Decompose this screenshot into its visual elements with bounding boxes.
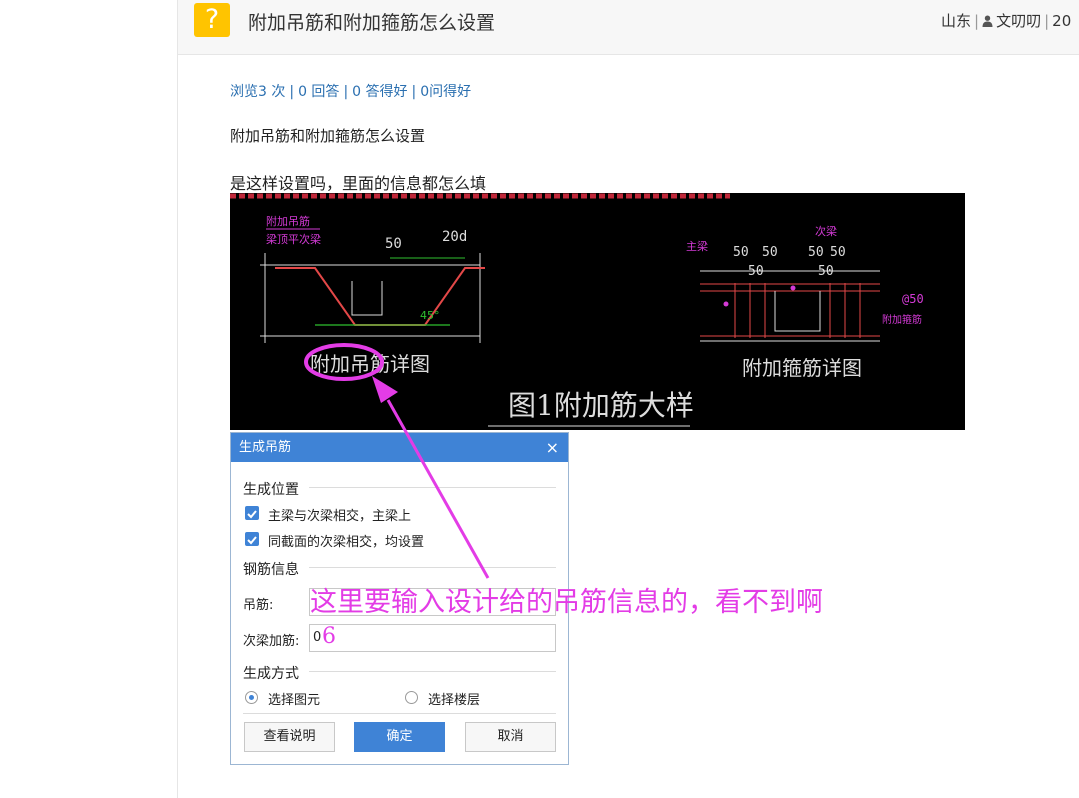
cad-angle-45: 45° [420,309,440,322]
cad-side-note-2: 梁顶平次梁 [266,232,321,246]
cancel-button[interactable]: 取消 [465,722,556,752]
annotation-text: 这里要输入设计给的吊筋信息的，看不到啊 [310,587,823,618]
author-meta: 山东 | 文叨叨 | 20 [941,10,1071,31]
left-gutter [177,0,178,798]
secondary-beam-rebar-label: 次梁加筋: [243,634,300,649]
question-stats: 浏览3 次 | 0 回答 | 0 答得好 | 0问得好 [230,81,471,101]
views-stat: 浏览3 次 [230,84,286,100]
ok-button[interactable]: 确定 [354,722,445,752]
cad-dim-50d: 50 [748,264,764,279]
check-icon [247,536,257,545]
cad-drawing-image: 50 20d 45° 附加吊筋 梁顶平次梁 附加吊筋详图 图1附加筋大样 50 … [230,193,965,430]
date-text: 20 [1052,12,1072,30]
stats-separator: | [343,84,349,100]
section-divider [309,671,556,672]
annotation-digit: 6 [322,624,336,649]
cad-dim-50b: 50 [733,245,749,260]
cad-hanger-label: 附加吊筋详图 [310,352,430,376]
cad-dim-20d: 20d [442,229,467,245]
section-rebar-label: 钢筋信息 [243,562,299,578]
cad-right-note: 附加箍筋 [882,313,922,326]
section-mode-label: 生成方式 [243,666,299,682]
close-icon[interactable]: × [546,433,559,462]
cad-dim-50f: 50 [830,245,846,260]
check-icon [247,510,257,519]
checkbox-same-section-label: 同截面的次梁相交，均设置 [268,535,425,550]
cad-dim-50: 50 [385,236,402,252]
footer-divider [243,713,556,714]
answers-stat[interactable]: 0 回答 [298,84,339,100]
question-body-line2: 是这样设置吗，里面的信息都怎么填 [230,174,487,193]
dialog-titlebar: 生成吊筋 × [231,433,568,462]
checkbox-main-beam[interactable] [245,506,259,520]
section-divider [309,487,556,488]
cad-sec-beam-note: 次梁 [815,224,837,238]
radio-select-floor[interactable] [405,691,418,704]
checkbox-same-section[interactable] [245,532,259,546]
meta-separator: | [974,12,980,30]
dialog-title: 生成吊筋 [239,440,292,455]
cad-marker-2 [790,285,796,291]
question-body-line1: 附加吊筋和附加箍筋怎么设置 [230,127,426,145]
good-answers-stat: 0 答得好 [352,84,408,100]
cad-figure-title: 图1附加筋大样 [508,389,694,422]
region-text: 山东 [941,12,972,30]
cad-dim-50c: 50 [762,245,778,260]
cad-dim-50e: 50 [808,245,824,260]
user-icon [982,15,993,27]
cad-dim-50g: 50 [818,264,834,279]
radio-select-floor-label: 选择楼层 [428,693,481,708]
stats-separator: | [289,84,295,100]
checkbox-main-beam-label: 主梁与次梁相交，主梁上 [268,509,412,524]
cad-marker-1 [723,301,729,307]
radio-select-element[interactable] [245,691,258,704]
cad-stirrup-label: 附加箍筋详图 [742,356,862,380]
question-mark-icon: ? [194,3,230,37]
section-divider [309,567,556,568]
radio-select-element-label: 选择图元 [268,693,321,708]
hanger-field-label: 吊筋: [243,598,274,613]
cad-side-note: 附加吊筋 [266,214,310,228]
secondary-beam-rebar-input[interactable]: 0 [309,624,556,652]
help-button[interactable]: 查看说明 [244,722,335,752]
cad-at50: @50 [902,292,924,306]
page-title: 附加吊筋和附加箍筋怎么设置 [248,12,496,34]
stats-separator: | [411,84,417,100]
cad-main-beam-note: 主梁 [686,239,708,253]
good-questions-stat: 0问得好 [420,84,472,100]
section-position-label: 生成位置 [243,482,299,498]
meta-separator-2: | [1044,12,1050,30]
author-link[interactable]: 文叨叨 [996,12,1041,30]
